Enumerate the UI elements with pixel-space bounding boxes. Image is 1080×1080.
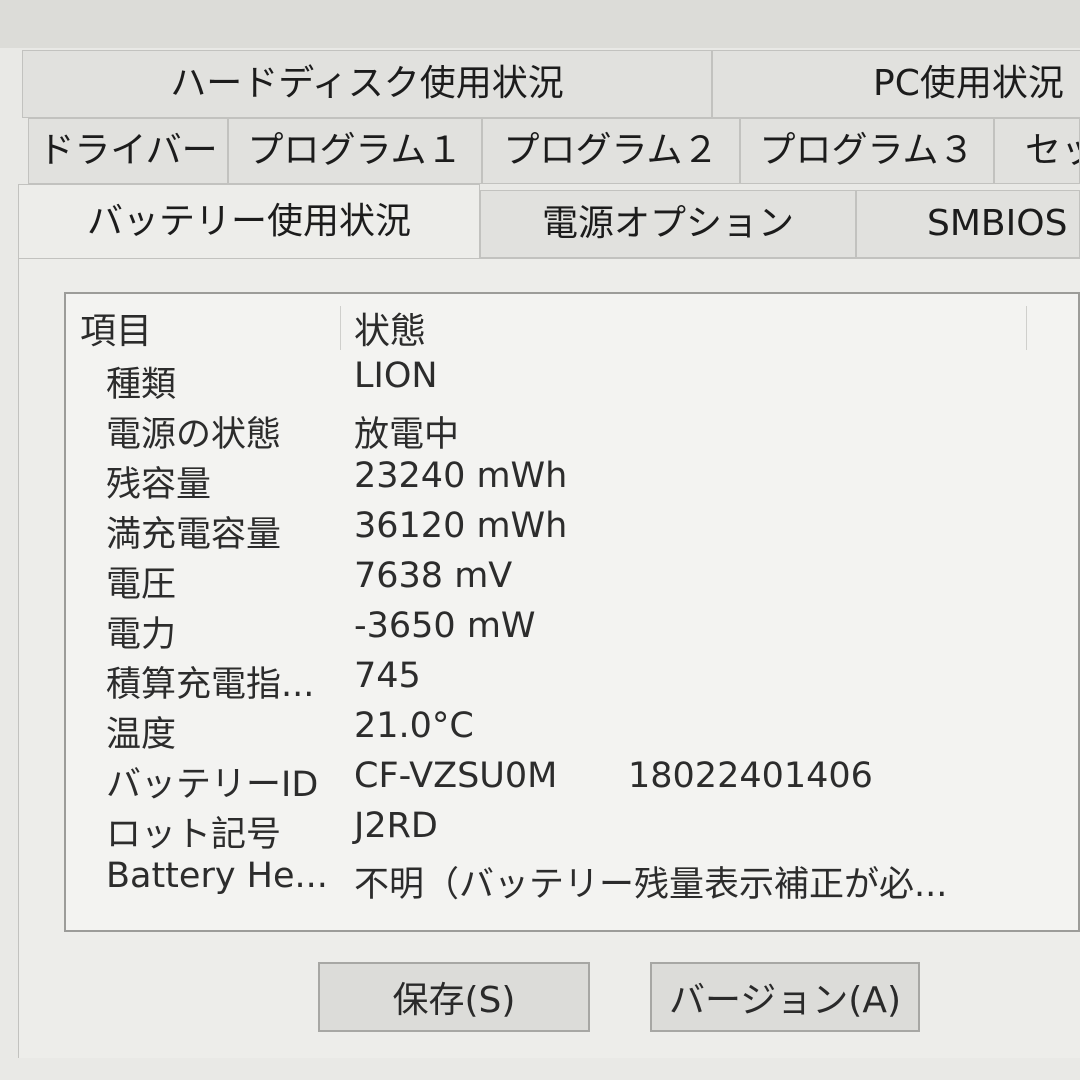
table-row[interactable]: 電圧 7638 mV: [66, 556, 1078, 605]
row-value: 不明（バッテリー残量表示補正が必...: [354, 865, 948, 905]
table-row[interactable]: 積算充電指... 745: [66, 656, 1078, 705]
version-button[interactable]: バージョン(A): [650, 962, 920, 1032]
tab-label: ハードディスク使用状況: [170, 63, 564, 104]
tab-label: SMBIOS: [927, 203, 1068, 244]
row-key: ロット記号: [106, 815, 282, 855]
column-separator[interactable]: [340, 306, 341, 350]
column-separator[interactable]: [1026, 306, 1027, 350]
column-header-status[interactable]: 状態: [354, 302, 426, 354]
row-value: 23240 mWh: [354, 456, 568, 496]
table-row[interactable]: 温度 21.0°C: [66, 706, 1078, 755]
row-value: 36120 mWh: [354, 506, 568, 546]
row-value-extra: 18022401406: [628, 756, 873, 796]
tab-harddisk-usage[interactable]: ハードディスク使用状況: [22, 50, 712, 118]
row-value: 7638 mV: [354, 556, 513, 596]
table-row[interactable]: 電力 -3650 mW: [66, 606, 1078, 655]
row-value: CF-VZSU0M: [354, 756, 558, 796]
tab-label: 電源オプション: [541, 203, 794, 244]
table-row[interactable]: 満充電容量 36120 mWh: [66, 506, 1078, 555]
table-row[interactable]: 電源の状態 放電中: [66, 406, 1078, 455]
battery-info-window: ハードディスク使用状況 PC使用状況 ドライバー プログラム１ プログラム２ プ…: [0, 0, 1080, 1080]
row-key: バッテリーID: [106, 765, 319, 805]
table-row[interactable]: ロット記号 J2RD: [66, 806, 1078, 855]
save-button-label: 保存(S): [392, 980, 516, 1021]
tab-pc-usage[interactable]: PC使用状況: [712, 50, 1080, 118]
save-button[interactable]: 保存(S): [318, 962, 590, 1032]
row-value: 745: [354, 656, 421, 696]
row-key: 温度: [106, 715, 177, 755]
tab-program-2[interactable]: プログラム２: [482, 118, 740, 184]
row-value: 21.0°C: [354, 706, 474, 746]
table-row[interactable]: 残容量 23240 mWh: [66, 456, 1078, 505]
row-key: 満充電容量: [106, 515, 282, 555]
row-key: 種類: [106, 365, 177, 405]
tab-power-options[interactable]: 電源オプション: [480, 190, 856, 258]
tab-label: ドライバー: [38, 130, 218, 171]
table-row[interactable]: バッテリーID CF-VZSU0M 18022401406: [66, 756, 1078, 805]
row-value: -3650 mW: [354, 606, 536, 646]
row-key: 積算充電指...: [106, 665, 315, 705]
window-top-edge: [0, 0, 1080, 48]
tab-label: セッ: [1025, 130, 1079, 171]
tab-smbios[interactable]: SMBIOS: [856, 190, 1080, 258]
row-value: J2RD: [354, 806, 438, 846]
tab-settings-partial[interactable]: セッ: [994, 118, 1080, 184]
tab-label: プログラム２: [503, 130, 719, 171]
tab-label: PC使用状況: [873, 63, 1064, 104]
tab-label: プログラム１: [247, 130, 463, 171]
version-button-label: バージョン(A): [669, 980, 901, 1021]
tab-label: バッテリー使用状況: [86, 201, 411, 242]
row-key: 残容量: [106, 465, 212, 505]
tab-program-1[interactable]: プログラム１: [228, 118, 482, 184]
tab-driver[interactable]: ドライバー: [28, 118, 228, 184]
row-key: 電源の状態: [106, 415, 282, 455]
table-row[interactable]: 種類 LION: [66, 356, 1078, 405]
row-key: 電力: [106, 615, 177, 655]
tab-label: プログラム３: [759, 130, 975, 171]
tab-program-3[interactable]: プログラム３: [740, 118, 994, 184]
table-row[interactable]: Battery He... 不明（バッテリー残量表示補正が必...: [66, 856, 1078, 905]
tab-battery-usage[interactable]: バッテリー使用状況: [18, 184, 480, 260]
column-header-item[interactable]: 項目: [80, 302, 152, 354]
row-value: LION: [354, 356, 438, 396]
row-value: 放電中: [354, 415, 460, 455]
row-key: 電圧: [106, 565, 177, 605]
row-key: Battery He...: [106, 856, 328, 896]
battery-status-listview[interactable]: 項目 状態 種類 LION 電源の状態 放電中 残容量 23240 mWh 満充…: [64, 292, 1080, 932]
